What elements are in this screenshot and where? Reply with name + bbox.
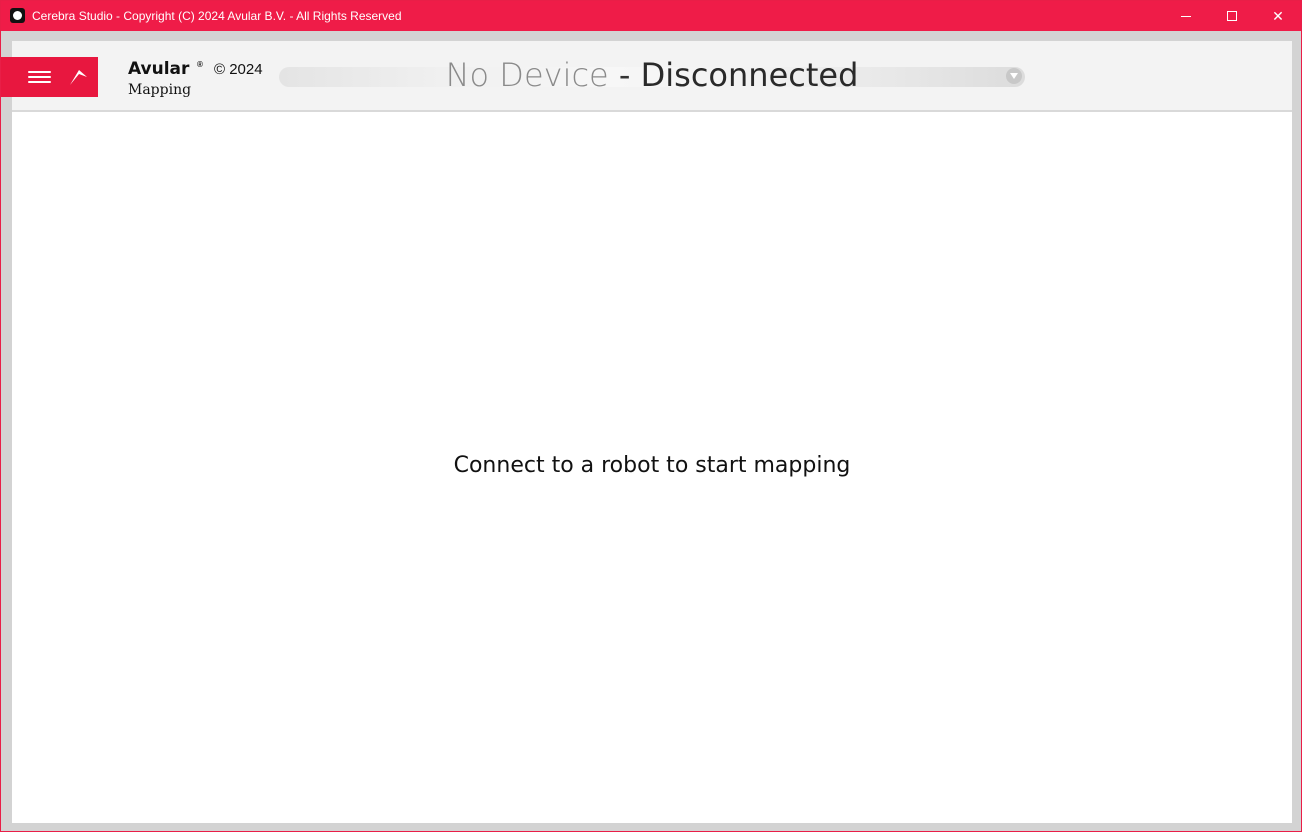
empty-state-message: Connect to a robot to start mapping [453,453,851,478]
minimize-icon [1181,16,1191,17]
window-title: Cerebra Studio - Copyright (C) 2024 Avul… [32,9,402,23]
map-workspace: Connect to a robot to start mapping [12,112,1292,823]
brand-registered-mark: ® [197,60,203,69]
module-name: Mapping [128,82,192,98]
menu-button[interactable] [1,57,98,97]
maximize-icon [1227,11,1237,21]
app-client-area: Avular ® © 2024 Mapping No Device - Disc… [1,41,1292,823]
hamburger-menu-icon [28,70,51,84]
chevron-down-icon[interactable] [1006,68,1022,84]
close-icon: ✕ [1272,8,1284,24]
device-selector[interactable] [279,67,1025,87]
app-header: Avular ® © 2024 Mapping No Device - Disc… [1,41,1292,112]
maximize-button[interactable] [1209,1,1255,31]
title-bar[interactable]: Cerebra Studio - Copyright (C) 2024 Avul… [1,1,1301,31]
brand-name: Avular [128,59,190,79]
app-icon [10,8,25,23]
minimize-button[interactable] [1163,1,1209,31]
close-button[interactable]: ✕ [1255,1,1301,31]
brand-year: © 2024 [214,61,263,78]
avular-logo-icon [70,70,87,85]
app-window: Cerebra Studio - Copyright (C) 2024 Avul… [0,0,1302,832]
